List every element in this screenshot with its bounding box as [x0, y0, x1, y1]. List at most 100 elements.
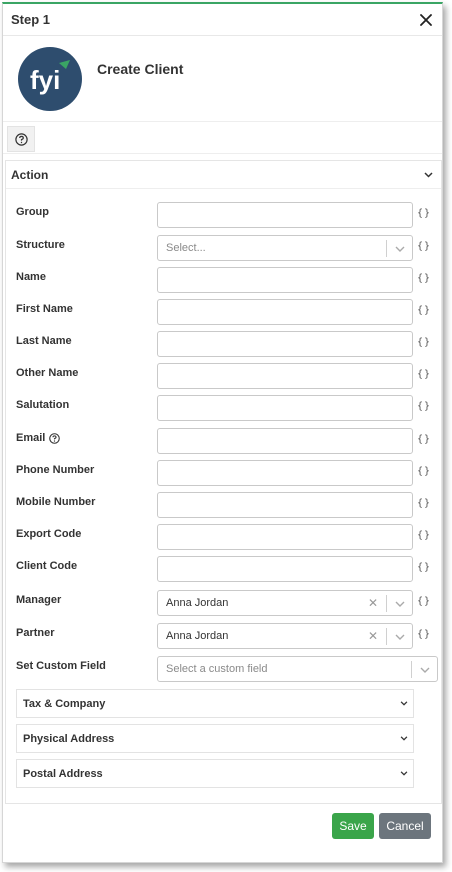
mobile-number-label: Mobile Number [16, 496, 96, 508]
logo-text: fyi [30, 65, 60, 95]
postal-address-section[interactable]: Postal Address [16, 759, 414, 788]
email-variable-icon[interactable]: {} [417, 434, 431, 445]
salutation-input[interactable] [157, 395, 413, 421]
structure-placeholder: Select... [166, 242, 206, 254]
custom-field-select[interactable]: Select a custom field [157, 656, 438, 682]
export-code-input[interactable] [157, 524, 413, 550]
postal-address-label: Postal Address [23, 767, 103, 780]
partner-variable-icon[interactable]: {} [417, 629, 431, 640]
dialog-header: fyi Create Client [3, 36, 442, 122]
other-name-label: Other Name [16, 367, 79, 379]
tax-company-label: Tax & Company [23, 697, 106, 710]
other-name-variable-icon[interactable]: {} [417, 369, 431, 380]
action-panel: Action Group {} Structure Select... {} N… [5, 160, 442, 804]
phone-number-variable-icon[interactable]: {} [417, 466, 431, 477]
other-name-input[interactable] [157, 363, 413, 389]
chevron-down-icon[interactable] [393, 597, 407, 611]
chevron-down-icon [400, 771, 408, 776]
partner-label: Partner [16, 627, 55, 639]
manager-row: Manager Anna Jordan ✕ {} [6, 590, 443, 616]
last-name-input[interactable] [157, 331, 413, 357]
select-separator [411, 661, 412, 678]
first-name-row: First Name {} [6, 299, 443, 325]
salutation-row: Salutation {} [6, 395, 443, 421]
fyi-logo: fyi [18, 46, 82, 111]
group-label: Group [16, 206, 49, 218]
group-variable-icon[interactable]: {} [417, 208, 431, 219]
manager-label: Manager [16, 594, 62, 606]
name-variable-icon[interactable]: {} [417, 273, 431, 284]
salutation-variable-icon[interactable]: {} [417, 401, 431, 412]
group-input[interactable] [157, 202, 413, 228]
action-panel-title: Action [11, 167, 49, 182]
chevron-down-icon [400, 701, 408, 706]
mobile-number-variable-icon[interactable]: {} [417, 498, 431, 509]
chevron-down-icon [424, 171, 433, 178]
email-row: Email {} [6, 428, 443, 454]
email-input[interactable] [157, 428, 413, 454]
first-name-input[interactable] [157, 299, 413, 325]
export-code-row: Export Code {} [6, 524, 443, 550]
select-separator [386, 240, 387, 257]
close-button[interactable] [416, 10, 436, 30]
tax-company-section[interactable]: Tax & Company [16, 689, 414, 718]
question-circle-icon[interactable] [49, 432, 61, 444]
manager-value: Anna Jordan [166, 597, 229, 609]
client-code-variable-icon[interactable]: {} [417, 562, 431, 573]
select-separator [386, 628, 387, 645]
structure-row: Structure Select... {} [6, 235, 443, 261]
clear-icon[interactable]: ✕ [368, 629, 378, 643]
phone-number-input[interactable] [157, 460, 413, 486]
structure-variable-icon[interactable]: {} [417, 241, 431, 252]
name-input[interactable] [157, 267, 413, 293]
phone-number-label: Phone Number [16, 464, 95, 476]
first-name-variable-icon[interactable]: {} [417, 305, 431, 316]
last-name-row: Last Name {} [6, 331, 443, 357]
chevron-down-icon[interactable] [393, 630, 407, 644]
email-label-wrap: Email [16, 432, 61, 444]
custom-field-row: Set Custom Field Select a custom field [6, 656, 443, 682]
last-name-label: Last Name [16, 335, 72, 347]
create-client-dialog: Step 1 fyi Create Client Action Group {}… [2, 2, 443, 863]
chevron-down-icon[interactable] [418, 663, 432, 677]
help-bar [3, 122, 442, 154]
cancel-button[interactable]: Cancel [379, 813, 431, 839]
fyi-logo-mark: fyi [30, 59, 70, 95]
dialog-title: Step 1 [11, 12, 51, 27]
partner-row: Partner Anna Jordan ✕ {} [6, 623, 443, 649]
phone-number-row: Phone Number {} [6, 460, 443, 486]
action-panel-header[interactable]: Action [6, 161, 441, 189]
physical-address-section[interactable]: Physical Address [16, 724, 414, 753]
structure-label: Structure [16, 239, 65, 251]
client-code-row: Client Code {} [6, 556, 443, 582]
dialog-titlebar: Step 1 [3, 4, 442, 36]
name-label: Name [16, 271, 46, 283]
client-code-label: Client Code [16, 560, 78, 572]
page-title: Create Client [97, 60, 184, 77]
manager-variable-icon[interactable]: {} [417, 596, 431, 607]
clear-icon[interactable]: ✕ [368, 596, 378, 610]
export-code-label: Export Code [16, 528, 82, 540]
chevron-down-icon[interactable] [393, 242, 407, 256]
group-row: Group {} [6, 202, 443, 228]
first-name-label: First Name [16, 303, 73, 315]
select-separator [386, 595, 387, 612]
other-name-row: Other Name {} [6, 363, 443, 389]
partner-select[interactable]: Anna Jordan ✕ [157, 623, 413, 649]
mobile-number-input[interactable] [157, 492, 413, 518]
name-row: Name {} [6, 267, 443, 293]
structure-select[interactable]: Select... [157, 235, 413, 261]
email-label: Email [16, 432, 46, 444]
last-name-variable-icon[interactable]: {} [417, 337, 431, 348]
physical-address-label: Physical Address [23, 732, 115, 745]
save-button[interactable]: Save [332, 813, 374, 839]
manager-select[interactable]: Anna Jordan ✕ [157, 590, 413, 616]
client-code-input[interactable] [157, 556, 413, 582]
salutation-label: Salutation [16, 399, 70, 411]
partner-value: Anna Jordan [166, 630, 229, 642]
chevron-down-icon [400, 736, 408, 741]
help-button[interactable] [7, 126, 35, 152]
export-code-variable-icon[interactable]: {} [417, 530, 431, 541]
custom-field-placeholder: Select a custom field [166, 663, 268, 675]
question-circle-icon [14, 132, 28, 146]
